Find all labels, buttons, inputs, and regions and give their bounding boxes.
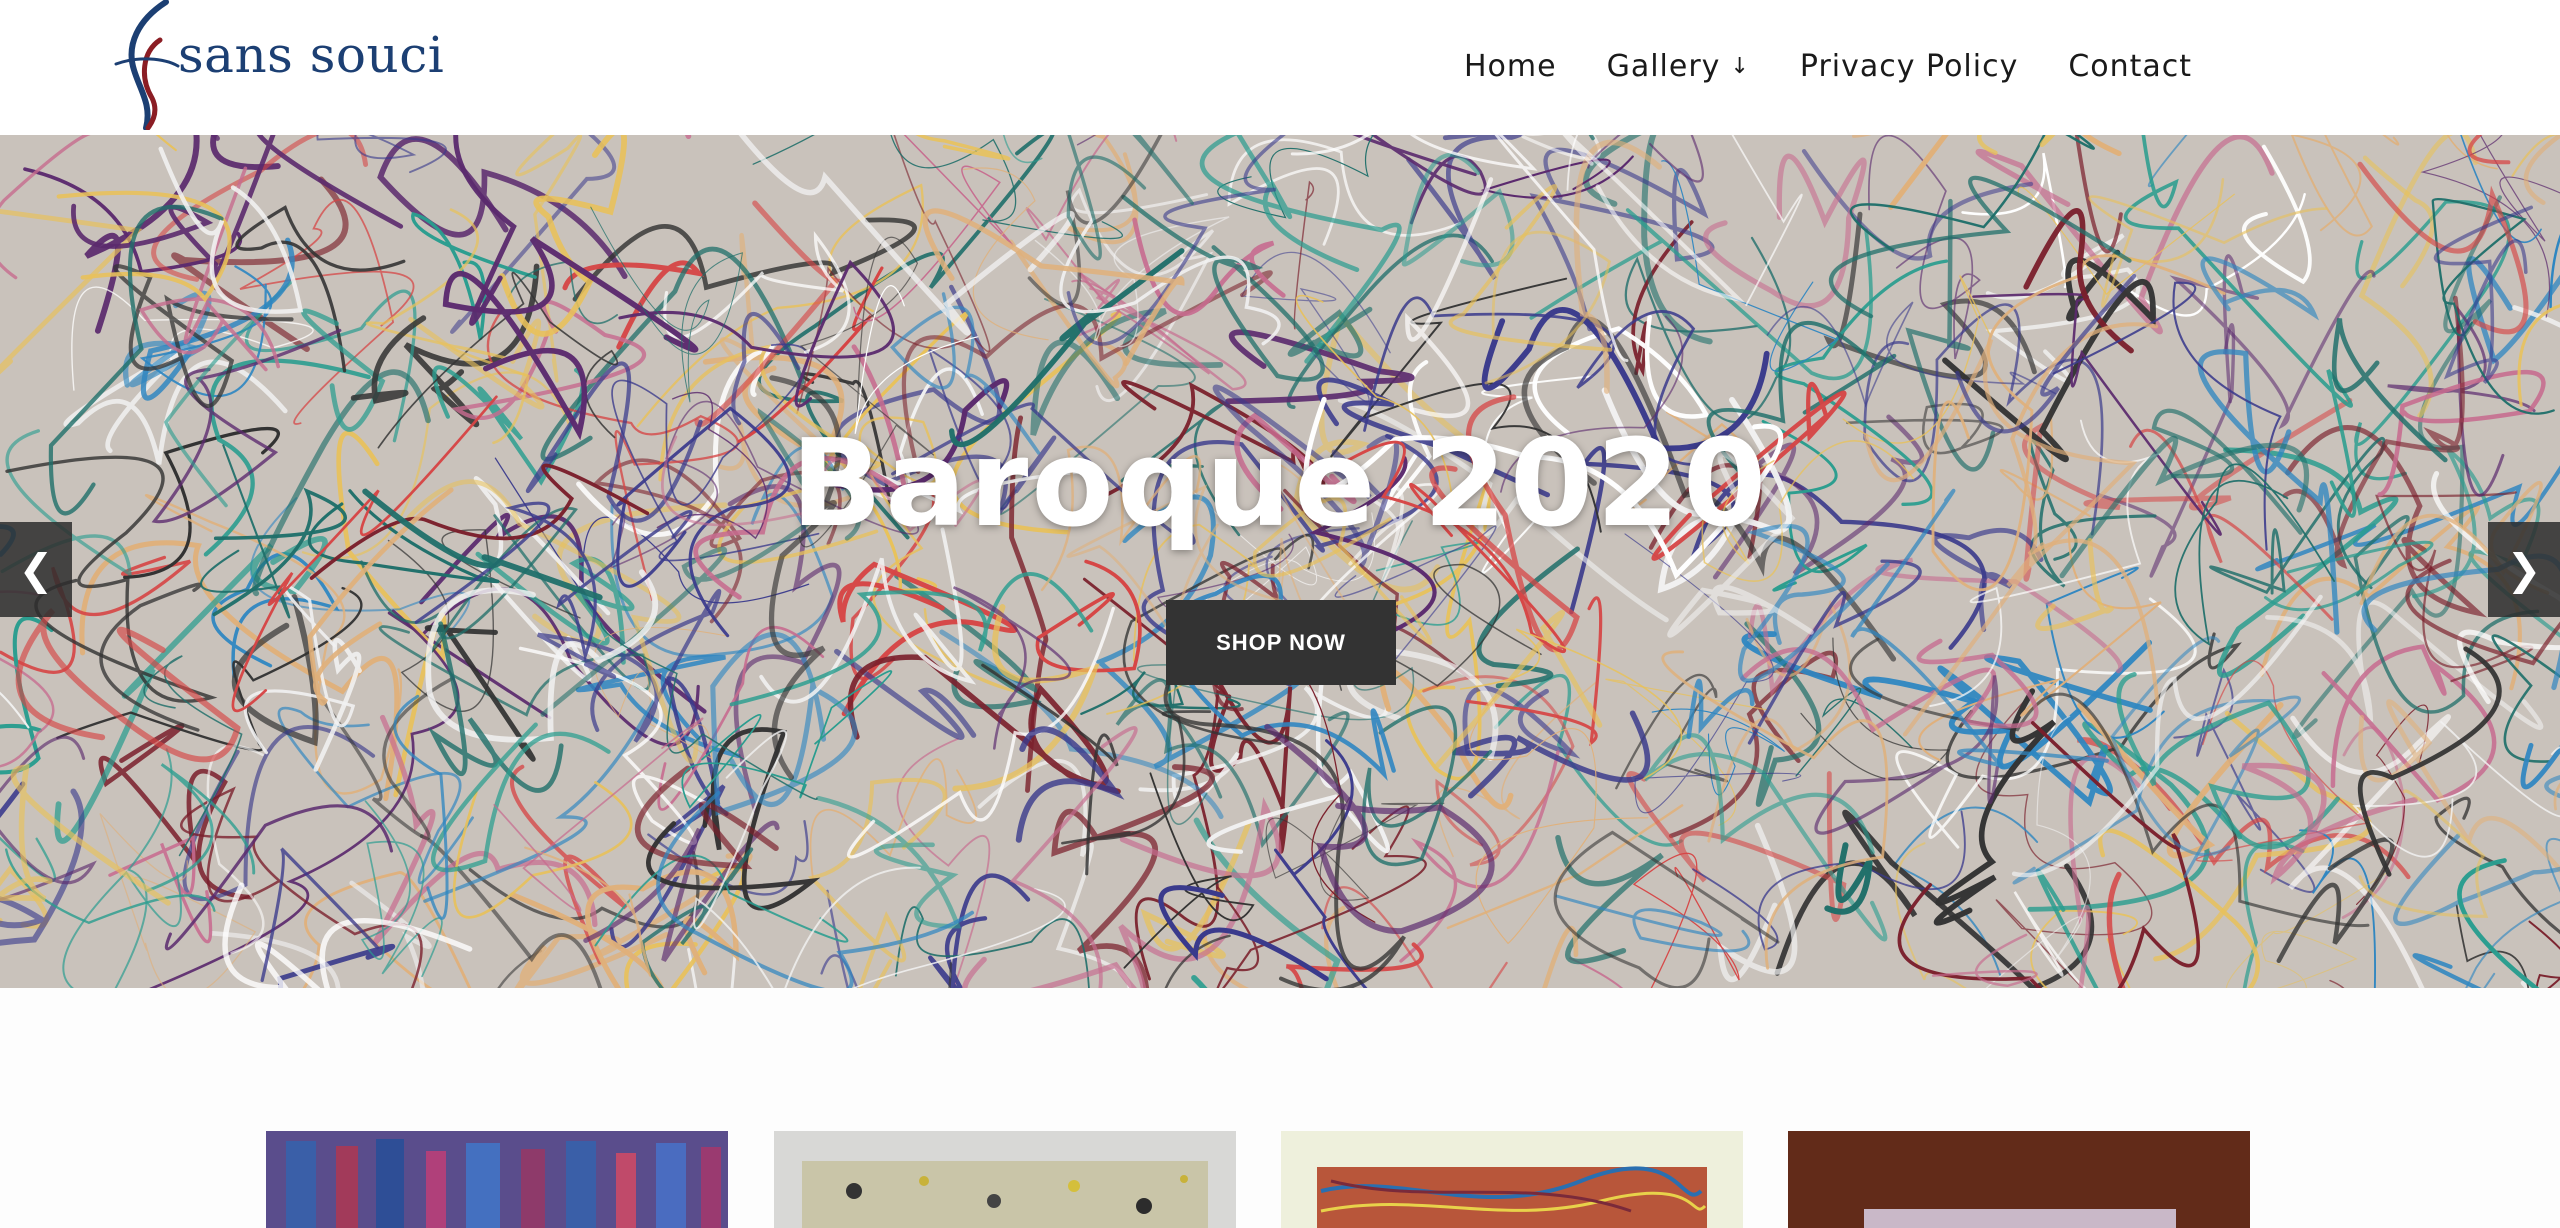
painting-thumbnail-icon — [266, 1131, 728, 1228]
nav-contact[interactable]: Contact — [2068, 49, 2192, 84]
slider-prev-icon[interactable]: ❮ — [0, 522, 72, 617]
product-thumbnail[interactable] — [1281, 1131, 1743, 1228]
product-grid — [0, 988, 2560, 1228]
site-header: sans souci Home Gallery ↓ Privacy Policy… — [0, 0, 2560, 135]
logo-swirl-icon — [114, 0, 180, 130]
nav-privacy-policy[interactable]: Privacy Policy — [1800, 49, 2018, 84]
hero-slider: Baroque 2020 SHOP NOW ❮ ❯ — [0, 135, 2560, 988]
shop-now-button[interactable]: SHOP NOW — [1166, 600, 1396, 685]
product-thumbnail[interactable] — [774, 1131, 1236, 1228]
product-thumbnail[interactable] — [1788, 1131, 2250, 1228]
nav-gallery-label: Gallery — [1606, 48, 1721, 84]
hero-painting-image — [0, 135, 2560, 988]
main-nav: Home Gallery ↓ Privacy Policy Contact — [1464, 44, 2192, 88]
arrow-down-icon: ↓ — [1730, 53, 1750, 79]
site-logo[interactable]: sans souci — [108, 0, 444, 130]
logo-text: sans souci — [178, 26, 445, 84]
hero-title: Baroque 2020 — [790, 415, 1770, 554]
painting-thumbnail-icon — [1281, 1131, 1743, 1228]
slider-next-icon[interactable]: ❯ — [2488, 522, 2560, 617]
painting-thumbnail-icon — [1788, 1131, 2250, 1228]
nav-home-label: Home — [1464, 48, 1557, 84]
product-thumbnail[interactable] — [266, 1131, 728, 1228]
nav-privacy-policy-label: Privacy Policy — [1799, 48, 2019, 84]
painting-thumbnail-icon — [774, 1131, 1236, 1228]
nav-home[interactable]: Home — [1464, 49, 1557, 84]
nav-contact-label: Contact — [2068, 48, 2193, 84]
nav-gallery[interactable]: Gallery ↓ — [1607, 49, 1750, 84]
